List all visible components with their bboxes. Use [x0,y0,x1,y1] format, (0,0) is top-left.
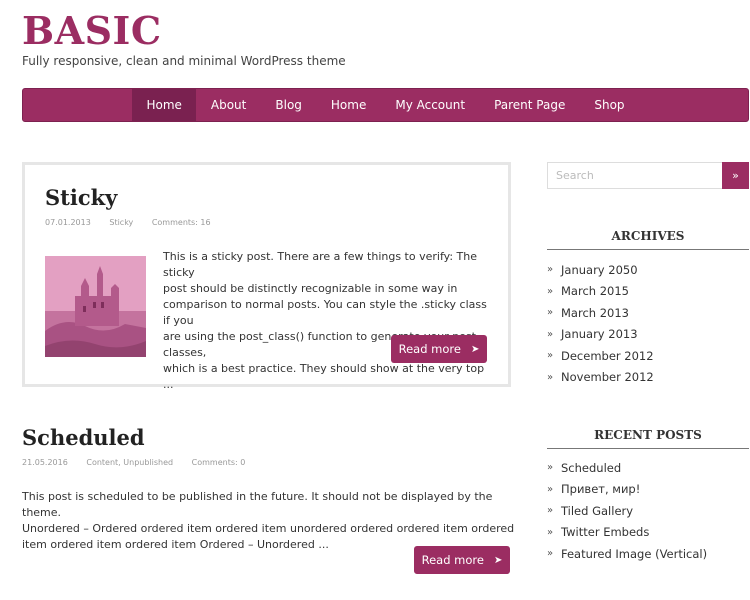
excerpt-line: This is a sticky post. There are a few t… [163,250,478,279]
search-form: » [547,162,749,189]
excerpt-line: Unordered – Ordered ordered item ordered… [22,522,515,535]
bullet-icon: » [547,483,554,495]
recent-post-item: » Scheduled [547,457,749,479]
nav-item-parent-page[interactable]: Parent Page [480,89,580,121]
recent-post-item: » Twitter Embeds [547,522,749,544]
archive-link[interactable]: March 2013 [561,306,629,320]
post-excerpt: This is a sticky post. There are a few t… [163,249,493,393]
post-meta: 21.05.2016 Content, Unpublished Comments… [22,458,261,467]
main-navigation: Home About Blog Home My Account Parent P… [22,88,749,122]
nav-item-home-2[interactable]: Home [316,89,380,121]
post-thumbnail[interactable] [45,256,146,357]
recent-posts-list: » Scheduled » Привет, мир! » Tiled Gallery … [547,457,749,565]
recent-post-item: » Featured Image (Vertical) [547,543,749,565]
bullet-icon: » [547,307,554,319]
bullet-icon: » [547,264,554,276]
recent-post-link[interactable]: Tiled Gallery [561,504,633,518]
archive-item: » December 2012 [547,345,749,367]
recent-post-item: » Привет, мир! [547,479,749,501]
recent-post-item: » Tiled Gallery [547,500,749,522]
archive-item: » March 2015 [547,281,749,303]
site-title[interactable]: BASIC [22,8,162,53]
bullet-icon: » [547,505,554,517]
post-comments[interactable]: Comments: 16 [152,218,211,227]
excerpt-line: This post is scheduled to be published i… [22,490,493,519]
bullet-icon: » [547,526,554,538]
read-more-button[interactable]: Read more ➤ [391,335,487,363]
post-category[interactable]: Content, Unpublished [86,458,173,467]
post-category[interactable]: Sticky [109,218,133,227]
post-comments[interactable]: Comments: 0 [192,458,246,467]
bullet-icon: » [547,285,554,297]
archive-item: » January 2050 [547,259,749,281]
bullet-icon: » [547,350,554,362]
nav-item-blog[interactable]: Blog [261,89,317,121]
arrow-right-icon: ➤ [470,343,480,355]
post-title[interactable]: Scheduled [22,425,145,450]
recent-posts-heading: RECENT POSTS [547,428,749,449]
archive-item: » November 2012 [547,367,749,389]
nav-item-my-account[interactable]: My Account [381,89,480,121]
excerpt-line: comparison to normal posts. You can styl… [163,298,487,327]
read-more-label: Read more [398,342,461,356]
excerpt-line: post should be distinctly recognizable i… [163,282,458,295]
post-excerpt: This post is scheduled to be published i… [22,489,522,553]
archives-list: » January 2050 » March 2015 » March 2013 » J… [547,259,749,388]
nav-item-home[interactable]: Home [131,89,197,121]
archive-link[interactable]: December 2012 [561,349,654,363]
bullet-icon: » [547,548,554,560]
archive-link[interactable]: January 2013 [561,327,638,341]
archive-link[interactable]: March 2015 [561,284,629,298]
bullet-icon: » [547,462,554,474]
post-date: 21.05.2016 [22,458,68,467]
archives-heading: ARCHIVES [547,229,749,250]
archive-item: » March 2013 [547,302,749,324]
post-meta: 07.01.2013 Sticky Comments: 16 [45,218,227,227]
read-more-button[interactable]: Read more ➤ [414,546,510,574]
search-input[interactable] [547,162,722,189]
archive-link[interactable]: January 2050 [561,263,638,277]
read-more-label: Read more [421,553,484,567]
bullet-icon: » [547,328,554,340]
bullet-icon: » [547,371,554,383]
nav-item-about[interactable]: About [196,89,260,121]
recent-post-link[interactable]: Twitter Embeds [561,525,649,539]
recent-post-link[interactable]: Scheduled [561,461,621,475]
archive-item: » January 2013 [547,324,749,346]
post-title[interactable]: Sticky [45,185,117,210]
site-description: Fully responsive, clean and minimal Word… [22,54,346,68]
sticky-post: Sticky 07.01.2013 Sticky Comments: 16 Th… [22,162,511,391]
excerpt-line: which is a best practice. They should sh… [163,362,485,391]
castle-image-icon [45,256,146,357]
arrow-right-icon: ➤ [493,554,503,566]
archive-link[interactable]: November 2012 [561,370,654,384]
recent-post-link[interactable]: Привет, мир! [561,482,640,496]
search-submit-button[interactable]: » [722,162,749,189]
nav-item-shop[interactable]: Shop [580,89,639,121]
post-date: 07.01.2013 [45,218,91,227]
recent-post-link[interactable]: Featured Image (Vertical) [561,547,707,561]
